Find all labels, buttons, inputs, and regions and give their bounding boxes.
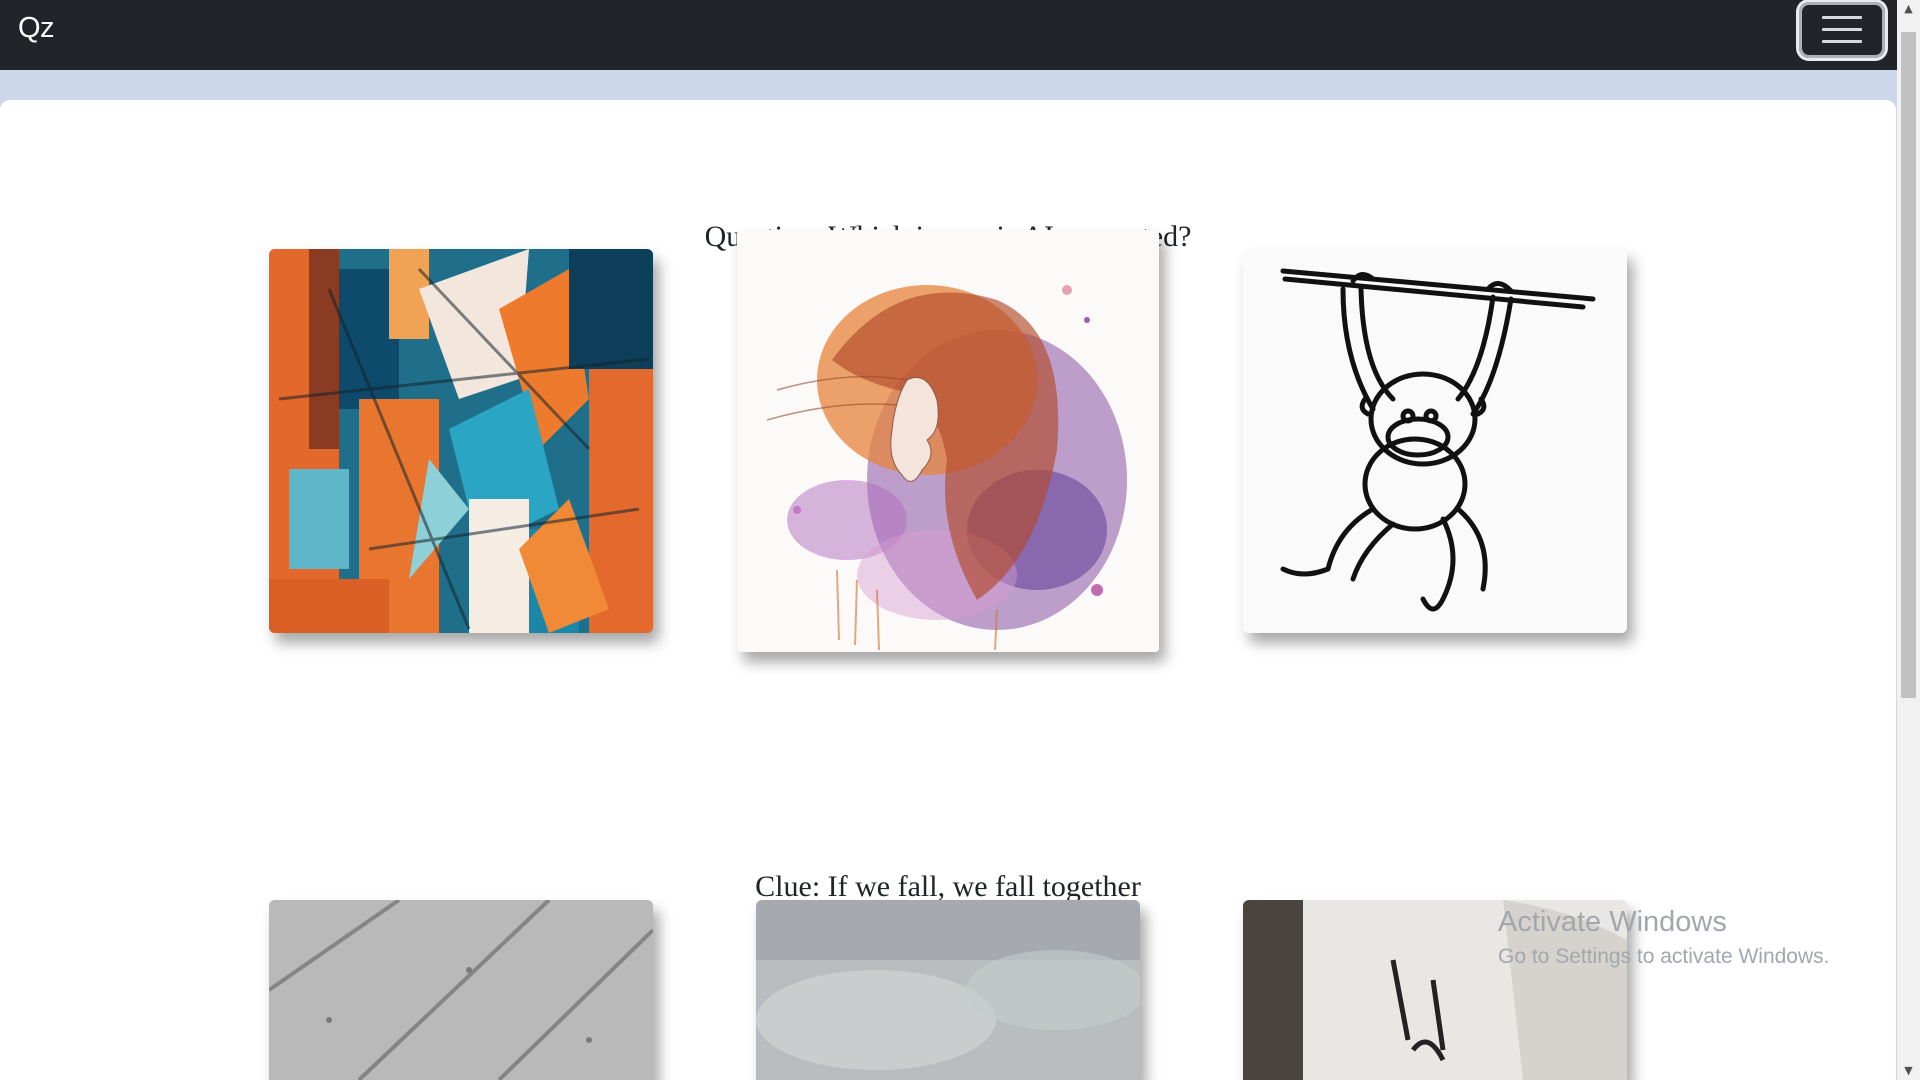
hamburger-menu-icon [1822, 16, 1862, 44]
stone-texture-image [756, 900, 1140, 1080]
clue-heading: Clue: If we fall, we fall together [755, 870, 1141, 903]
vertical-scrollbar[interactable]: ▲ ▼ [1897, 0, 1920, 1080]
monkey-drawing-image [1243, 249, 1627, 633]
top-navbar: Qz [0, 0, 1897, 70]
scroll-thumb[interactable] [1901, 32, 1916, 698]
watermark-title: Activate Windows [1498, 906, 1727, 938]
brand-logo-link[interactable]: Qz [18, 12, 55, 45]
image-option-stone-texture[interactable] [756, 900, 1140, 1080]
gray-texture-image [269, 900, 653, 1080]
image-option-gray-texture[interactable] [269, 900, 653, 1080]
image-option-abstract-painting[interactable] [269, 249, 653, 633]
abstract-painting-image [269, 249, 653, 633]
image-option-watercolor-portrait[interactable] [737, 230, 1159, 652]
scroll-up-arrow-icon[interactable]: ▲ [1897, 0, 1920, 18]
watermark-subtitle: Go to Settings to activate Windows. [1498, 945, 1830, 968]
windows-activation-watermark: Activate Windows Go to Settings to activ… [1498, 905, 1830, 971]
navbar-toggler-button[interactable] [1799, 2, 1885, 58]
image-option-monkey-drawing[interactable] [1243, 249, 1627, 633]
watercolor-portrait-image [737, 230, 1159, 652]
scroll-down-arrow-icon[interactable]: ▼ [1897, 1062, 1920, 1080]
page-band [0, 70, 1897, 100]
